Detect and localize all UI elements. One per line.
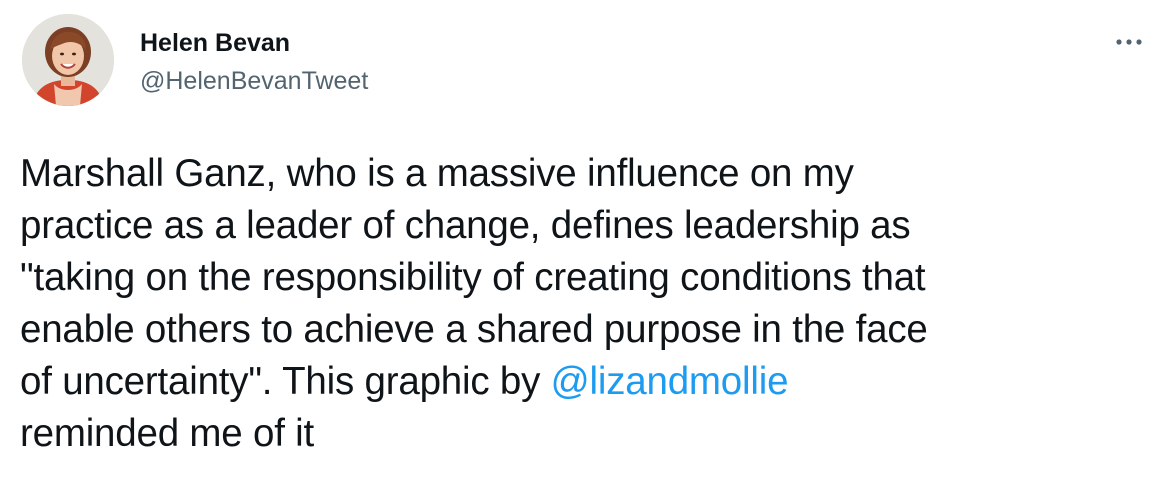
tweet-text-line: practice as a leader of change, defines …: [20, 204, 911, 247]
author-display-name[interactable]: Helen Bevan: [140, 28, 290, 58]
author-handle[interactable]: @HelenBevanTweet: [140, 66, 368, 96]
tweet-text-line: reminded me of it: [20, 412, 315, 455]
tweet-text-line: Marshall Ganz, who is a massive influenc…: [20, 152, 854, 195]
mention-link-lizandmollie[interactable]: @lizandmollie: [551, 360, 789, 403]
tweet-text: Marshall Ganz, who is a massive influenc…: [20, 148, 1156, 460]
tweet-text-line: enable others to achieve a shared purpos…: [20, 308, 928, 351]
more-options-icon: [1116, 39, 1142, 45]
tweet-text-line-with-mention: of uncertainty". This graphic by @lizand…: [20, 356, 1156, 408]
more-options-button[interactable]: [1112, 30, 1146, 54]
author-avatar[interactable]: [22, 14, 114, 106]
tweet-text-line: "taking on the responsibility of creatin…: [20, 256, 926, 299]
profile-photo-icon: [22, 14, 114, 106]
tweet-text-segment: of uncertainty". This graphic by: [20, 360, 551, 403]
tweet-card: Helen Bevan @HelenBevanTweet Marshall Ga…: [0, 0, 1164, 480]
